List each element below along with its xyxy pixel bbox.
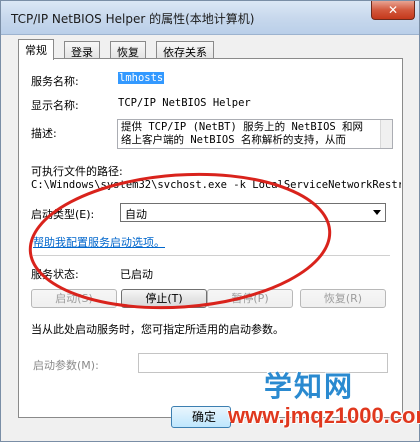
tab-dependencies[interactable]: 依存关系 [156, 41, 214, 59]
startup-type-select[interactable]: 自动 [120, 203, 386, 222]
stop-button[interactable]: 停止(T) [121, 289, 207, 308]
display-name-value[interactable]: TCP/IP NetBIOS Helper [118, 97, 251, 109]
tab-general[interactable]: 常规 [18, 39, 54, 60]
service-status-value: 已启动 [120, 268, 153, 281]
startup-type-value: 自动 [125, 208, 147, 221]
description-line-1: 提供 TCP/IP (NetBT) 服务上的 NetBIOS 和网 [121, 121, 364, 133]
separator [33, 255, 390, 256]
pause-button[interactable]: 暂停(P) [207, 289, 293, 308]
service-name-value[interactable]: lmhosts [118, 72, 165, 84]
window-title: TCP/IP NetBIOS Helper 的属性(本地计算机) [11, 12, 255, 26]
startup-type-label: 启动类型(E): [31, 208, 95, 221]
service-name-label: 服务名称: [31, 75, 79, 88]
tab-recovery[interactable]: 恢复 [110, 41, 146, 59]
start-params-hint: 当从此处启动服务时，您可指定所适用的启动参数。 [31, 323, 284, 336]
start-params-label: 启动参数(M): [33, 359, 99, 372]
exe-path-value[interactable]: C:\Windows\system32\svchost.exe -k Local… [31, 179, 401, 191]
description-label: 描述: [31, 127, 57, 140]
start-params-input[interactable] [138, 353, 388, 373]
start-button[interactable]: 启动(S) [31, 289, 117, 308]
close-icon: ✕ [387, 3, 399, 17]
display-name-label: 显示名称: [31, 99, 79, 112]
ok-button[interactable]: 确定 [171, 406, 231, 428]
exe-path-label: 可执行文件的路径: [31, 165, 123, 178]
close-button[interactable]: ✕ [371, 1, 415, 20]
tab-logon[interactable]: 登录 [64, 41, 100, 59]
resume-button[interactable]: 恢复(R) [300, 289, 386, 308]
general-tab-panel: 服务名称: lmhosts 显示名称: TCP/IP NetBIOS Helpe… [18, 58, 403, 418]
help-configure-link[interactable]: 帮助我配置服务启动选项。 [33, 234, 165, 250]
description-scrollbar[interactable] [380, 120, 392, 148]
description-box[interactable]: 提供 TCP/IP (NetBT) 服务上的 NetBIOS 和网 络上客户端的… [117, 119, 393, 149]
service-status-label: 服务状态: [31, 268, 79, 281]
description-line-2: 络上客户端的 NetBIOS 名称解析的支持，从而 [121, 134, 346, 146]
chevron-down-icon [373, 210, 381, 215]
service-properties-window: TCP/IP NetBIOS Helper 的属性(本地计算机) ✕ 常规 登录… [0, 0, 420, 442]
title-bar[interactable]: TCP/IP NetBIOS Helper 的属性(本地计算机) ✕ [1, 1, 419, 35]
